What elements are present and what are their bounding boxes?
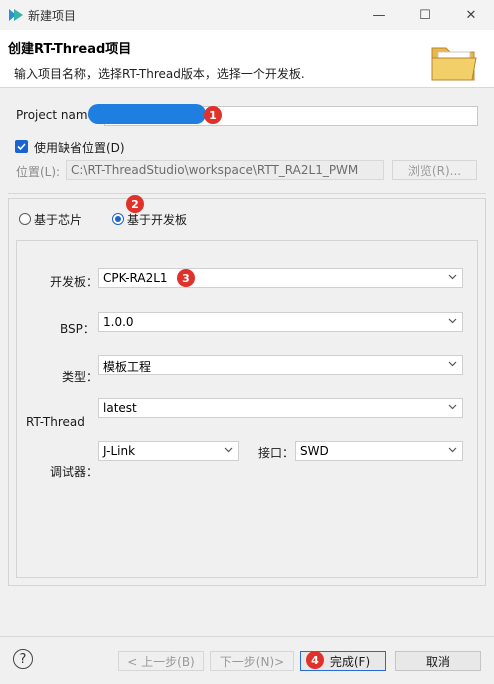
maximize-button[interactable]: ☐ <box>402 0 448 30</box>
use-default-location-label: 使用缺省位置(D) <box>34 141 125 155</box>
title-bar: 新建项目 — ☐ ✕ <box>0 0 494 30</box>
folder-icon <box>431 47 477 81</box>
step-badge-4: 4 <box>306 651 324 669</box>
interface-label: 接口： <box>258 446 295 460</box>
help-button[interactable]: ? <box>13 649 33 669</box>
board-radio[interactable] <box>112 213 124 225</box>
interface-select-value: SWD <box>300 444 329 458</box>
close-icon: ✕ <box>465 7 477 23</box>
step-badge-2: 2 <box>126 195 144 213</box>
use-default-location-checkbox[interactable] <box>15 140 28 153</box>
back-button[interactable]: < 上一步(B) <box>118 651 204 671</box>
board-label: 开发板： <box>50 275 99 289</box>
type-select-value: 模板工程 <box>103 360 152 374</box>
chevron-down-icon <box>224 447 233 453</box>
page-subtitle: 输入项目名称，选择RT-Thread版本，选择一个开发板. <box>14 67 305 81</box>
location-path-field[interactable]: C:\RT-ThreadStudio\workspace\RTT_RA2L1_P… <box>66 160 384 180</box>
redaction-mark <box>88 104 206 124</box>
interface-select[interactable]: SWD <box>295 441 463 461</box>
window-title: 新建项目 <box>28 9 77 23</box>
type-label: 类型： <box>62 370 99 384</box>
page-title: 创建RT-Thread项目 <box>8 42 132 57</box>
step-badge-3: 3 <box>177 269 195 287</box>
chip-radio[interactable] <box>19 213 31 225</box>
board-radio-label: 基于开发板 <box>127 213 188 227</box>
chevron-down-icon <box>448 447 457 453</box>
bsp-select-value: 1.0.0 <box>103 315 134 329</box>
checkmark-icon <box>17 143 26 151</box>
chip-radio-label: 基于芯片 <box>34 213 83 227</box>
rtthread-version-value: latest <box>103 401 137 415</box>
help-icon: ? <box>19 651 27 667</box>
minimize-button[interactable]: — <box>356 0 402 30</box>
location-path-value: C:\RT-ThreadStudio\workspace\RTT_RA2L1_P… <box>71 163 359 177</box>
chevron-down-icon <box>448 318 457 324</box>
chevron-down-icon <box>448 274 457 280</box>
debugger-select[interactable]: J-Link <box>98 441 239 461</box>
finish-button-label: 完成(F) <box>329 654 371 669</box>
board-select[interactable]: CPK-RA2L1 <box>98 268 463 288</box>
maximize-icon: ☐ <box>419 7 431 23</box>
close-button[interactable]: ✕ <box>448 0 494 30</box>
type-select[interactable]: 模板工程 <box>98 355 463 375</box>
divider <box>8 193 486 194</box>
debugger-label: 调试器： <box>50 465 99 479</box>
bsp-label: BSP： <box>60 322 95 336</box>
rt-thread-app-icon <box>9 9 23 21</box>
chevron-down-icon <box>448 361 457 367</box>
step-badge-1: 1 <box>204 106 222 124</box>
minimize-icon: — <box>372 7 386 23</box>
rtthread-label: RT-Thread <box>26 415 85 429</box>
footer-divider <box>0 636 494 637</box>
bsp-select[interactable]: 1.0.0 <box>98 312 463 332</box>
chevron-down-icon <box>448 404 457 410</box>
debugger-select-value: J-Link <box>103 444 136 458</box>
wizard-banner: 创建RT-Thread项目 输入项目名称，选择RT-Thread版本，选择一个开… <box>0 30 494 88</box>
project-name-label: Project name <box>16 108 95 122</box>
rtthread-version-select[interactable]: latest <box>98 398 463 418</box>
cancel-button[interactable]: 取消 <box>395 651 481 671</box>
board-select-value: CPK-RA2L1 <box>103 271 168 285</box>
location-label: 位置(L): <box>16 165 61 179</box>
browse-button[interactable]: 浏览(R)... <box>392 160 477 180</box>
next-button[interactable]: 下一步(N)> <box>210 651 294 671</box>
